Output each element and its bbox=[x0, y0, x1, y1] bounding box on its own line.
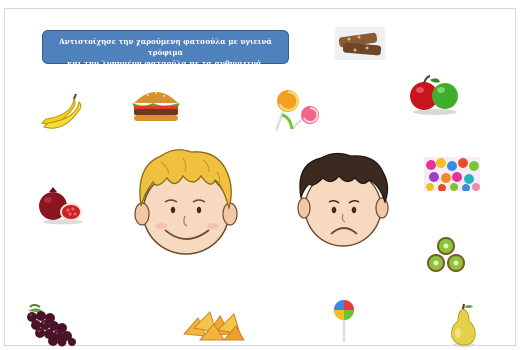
instruction-line-2: και την λυπημένη φατσούλα με τα ανθυγιει… bbox=[67, 59, 264, 68]
pear-icon[interactable] bbox=[448, 303, 478, 347]
cereal-bars-icon[interactable] bbox=[335, 27, 385, 60]
grapes-icon[interactable] bbox=[22, 303, 80, 347]
apples-icon[interactable] bbox=[408, 74, 463, 116]
instruction-line-1: Αντιστοίχησε την χαρούμενη φατσούλα με υ… bbox=[59, 37, 272, 57]
sad-face-icon[interactable] bbox=[293, 150, 389, 250]
instruction-banner: Αντιστοίχησε την χαρούμενη φατσούλα με υ… bbox=[42, 30, 289, 68]
kiwis-icon[interactable] bbox=[426, 236, 466, 274]
pomegranate-icon[interactable] bbox=[35, 186, 85, 226]
happy-face-icon[interactable] bbox=[131, 146, 241, 258]
lollipop-icon[interactable] bbox=[331, 299, 357, 343]
candies-icon[interactable] bbox=[424, 157, 480, 191]
burger-icon[interactable] bbox=[130, 87, 182, 123]
lollipops-icon[interactable] bbox=[272, 89, 324, 134]
chips-icon[interactable] bbox=[180, 306, 246, 342]
bananas-icon[interactable] bbox=[38, 93, 86, 133]
